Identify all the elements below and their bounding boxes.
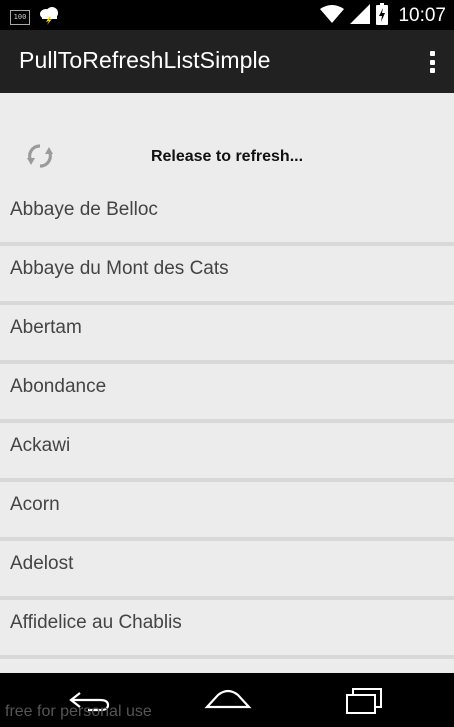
status-bar: 100 10:07 <box>0 0 454 30</box>
list-item[interactable]: Abbaye du Mont des Cats <box>0 246 454 305</box>
list-item-label: Abbaye de Belloc <box>10 199 158 220</box>
recent-apps-icon[interactable] <box>345 687 385 719</box>
pull-to-refresh-list[interactable]: Release to refresh... Abbaye de Belloc Ab… <box>0 93 454 673</box>
list-item-label: Affidelice au Chablis <box>10 612 182 633</box>
notification-box-icon: 100 <box>10 9 30 25</box>
list-item[interactable]: Abondance <box>0 364 454 423</box>
home-icon[interactable] <box>204 687 252 715</box>
refresh-header: Release to refresh... <box>0 93 454 187</box>
cell-signal-icon <box>350 4 371 28</box>
cheese-list: Abbaye de Belloc Abbaye du Mont des Cats A… <box>0 187 454 659</box>
status-left-icons: 100 <box>10 5 60 29</box>
list-item[interactable]: Acorn <box>0 482 454 541</box>
status-right-icons: 10:07 <box>320 3 446 29</box>
action-bar: PullToRefreshListSimple <box>0 30 454 93</box>
watermark-text: free for personal use <box>5 703 152 720</box>
list-item[interactable]: Abbaye de Belloc <box>0 187 454 246</box>
battery-charging-icon <box>376 3 389 29</box>
refresh-status-text: Release to refresh... <box>150 148 304 165</box>
list-item[interactable]: Affidelice au Chablis <box>0 600 454 659</box>
overflow-menu-icon[interactable] <box>424 49 440 75</box>
notification-count: 100 <box>13 13 27 21</box>
status-clock: 10:07 <box>398 5 446 26</box>
phone-screen: 100 10:07 PullToRefreshListSimple Releas… <box>0 0 454 727</box>
list-item-label: Abertam <box>10 317 82 338</box>
weather-storm-icon <box>38 5 60 29</box>
list-item[interactable]: Adelost <box>0 541 454 600</box>
wifi-icon <box>320 4 345 28</box>
list-item[interactable]: Abertam <box>0 305 454 364</box>
list-item[interactable]: Ackawi <box>0 423 454 482</box>
list-item-label: Adelost <box>10 553 74 574</box>
list-item-label: Abondance <box>10 376 107 397</box>
app-title: PullToRefreshListSimple <box>19 47 271 73</box>
list-item-label: Ackawi <box>10 435 71 456</box>
list-item-label: Acorn <box>10 494 60 515</box>
navigation-bar: free for personal use <box>0 673 454 727</box>
list-item-label: Abbaye du Mont des Cats <box>10 258 229 279</box>
